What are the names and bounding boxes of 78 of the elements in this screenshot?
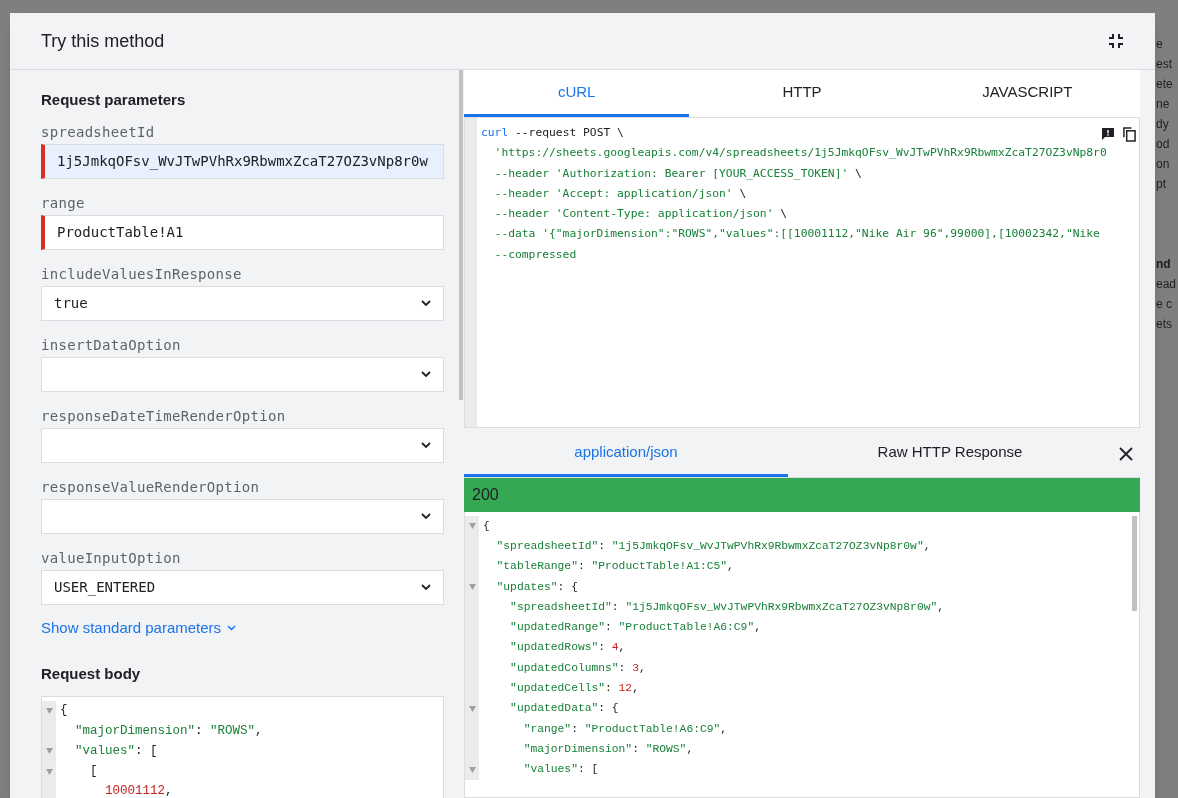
tab[interactable]: HTTP	[689, 70, 915, 117]
code-line: "tableRange": "ProductTable!A1:C5",	[495, 559, 734, 575]
request-body-editor[interactable]: { "majorDimension": "ROWS", "values": [ [ 10001112,	[41, 695, 444, 798]
field-label: range	[41, 193, 86, 210]
background-text: pt	[1156, 176, 1167, 193]
chevron-down-icon	[421, 371, 431, 377]
show-standard-parameters-link[interactable]: Show standard parameters	[41, 616, 444, 639]
code-line: --compressed	[493, 246, 577, 263]
chevron-down-icon	[421, 300, 431, 306]
close-icon[interactable]	[1119, 446, 1133, 461]
code-line: "updatedData": {	[509, 701, 619, 717]
chevron-down-icon	[227, 624, 237, 631]
background-text: nd	[1156, 256, 1172, 273]
background-text: od	[1156, 136, 1171, 153]
fold-arrow-icon[interactable]	[45, 707, 53, 714]
select-field[interactable]: USER_ENTERED	[41, 569, 444, 605]
background-text: e	[1156, 36, 1164, 53]
field-label: spreadsheetId	[41, 122, 156, 139]
code-line: "updates": {	[495, 579, 578, 595]
select-field[interactable]	[41, 498, 444, 534]
collapse-icon[interactable]	[1108, 33, 1124, 49]
fold-arrow-icon[interactable]	[468, 584, 476, 591]
chevron-down-icon	[421, 513, 431, 519]
dialog-title: Try this method	[41, 29, 165, 53]
code-line: {	[59, 702, 68, 720]
background-text: on	[1156, 156, 1171, 173]
select-field[interactable]	[41, 427, 444, 463]
background-text: ne	[1156, 96, 1171, 113]
code-line: --header 'Accept: application/json' \	[493, 185, 747, 202]
code-line: {	[482, 518, 490, 534]
code-line: "spreadsheetId": "1j5JmkqOFsv_WvJTwPVhRx9RbwmxZcaT27OZ3vNp8r0w",	[509, 599, 944, 615]
code-line: "range": "ProductTable!A6:C9",	[522, 721, 728, 737]
code-line: "values": [	[74, 742, 158, 760]
background-text: ead	[1156, 276, 1178, 293]
code-line: --header 'Content-Type: application/json' \	[493, 206, 788, 223]
fold-arrow-icon[interactable]	[468, 705, 476, 712]
scrollbar-thumb[interactable]	[1132, 516, 1137, 611]
feedback-icon[interactable]	[1101, 127, 1115, 141]
fold-arrow-icon[interactable]	[45, 748, 53, 755]
code-line: "values": [	[522, 762, 599, 778]
tab[interactable]: Raw HTTP Response	[788, 430, 1112, 477]
chevron-down-icon	[421, 442, 431, 448]
copy-icon[interactable]	[1123, 127, 1136, 142]
select-field[interactable]	[41, 356, 444, 392]
field-label: responseValueRenderOption	[41, 477, 261, 494]
code-line: "spreadsheetId": "1j5JmkqOFsv_WvJTwPVhRx9RbwmxZcaT27OZ3vNp8r0w",	[495, 538, 931, 554]
input-field[interactable]: 1j5JmkqOFsv_WvJTwPVhRx9RbwmxZcaT27OZ3vNp8r0w	[41, 143, 444, 179]
fold-arrow-icon[interactable]	[45, 768, 53, 775]
background-text: ete	[1156, 76, 1174, 93]
code-line: "updatedRange": "ProductTable!A6:C9",	[509, 620, 761, 636]
field-label: insertDataOption	[41, 335, 182, 352]
field-label: responseDateTimeRenderOption	[41, 406, 287, 423]
code-line: "majorDimension": "ROWS",	[522, 741, 694, 757]
fold-arrow-icon[interactable]	[468, 523, 476, 530]
code-line: 10001112,	[104, 783, 173, 798]
fold-arrow-icon[interactable]	[468, 766, 476, 773]
field-label: valueInputOption	[41, 548, 182, 565]
status-bar: 200	[464, 478, 1140, 512]
code-line: "majorDimension": "ROWS",	[74, 722, 263, 740]
code-line: "updatedRows": 4,	[509, 640, 626, 656]
field-label: includeValuesInResponse	[41, 264, 243, 281]
background-text: e c	[1156, 296, 1173, 313]
background-text: est	[1156, 56, 1173, 73]
input-field[interactable]: ProductTable!A1	[41, 214, 444, 250]
section-heading: Request body	[41, 664, 142, 684]
select-field[interactable]: true	[41, 285, 444, 321]
chevron-down-icon	[421, 584, 431, 590]
code-line: --header 'Authorization: Bearer [YOUR_ACCESS_TOKEN]' \	[493, 165, 862, 182]
code-line: curl --request POST \	[481, 125, 624, 141]
code-line: --data '{"majorDimension":"ROWS","values":[[10001112,"Nike Air 96",99000],[10002342,"Nike	[493, 226, 1100, 243]
code-line: 'https://sheets.googleapis.com/v4/spreadsheets/1j5JmkqOFsv_WvJTwPVhRx9RbwmxZcaT27OZ3vNp8r0	[493, 145, 1107, 162]
tab[interactable]: JAVASCRIPT	[914, 70, 1140, 117]
background-text: dy	[1156, 116, 1170, 133]
code-line: "updatedColumns": 3,	[509, 660, 646, 676]
code-line: [	[89, 763, 98, 781]
code-line: "updatedCells": 12,	[509, 681, 639, 697]
background-text: ets	[1156, 316, 1173, 333]
section-heading: Request parameters	[41, 90, 187, 110]
